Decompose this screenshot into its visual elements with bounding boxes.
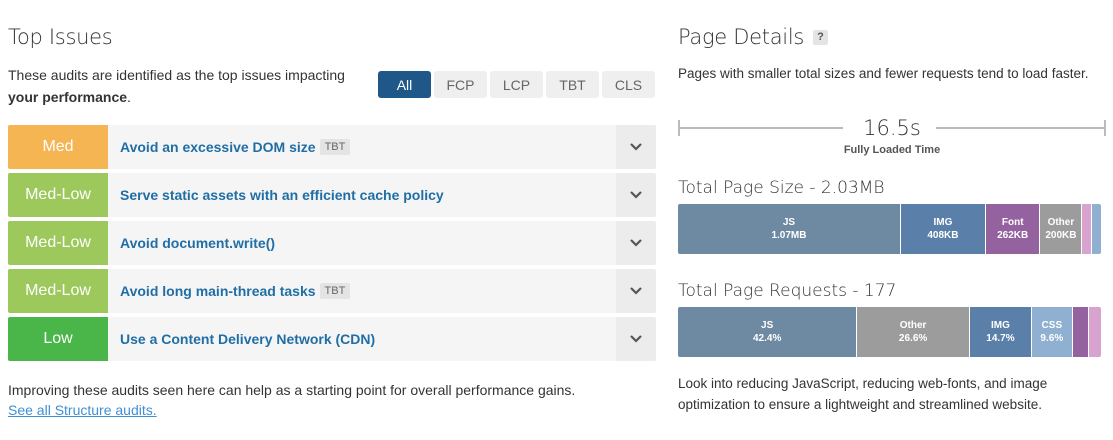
severity-badge: Med-Low bbox=[8, 269, 108, 313]
filter-tab-cls[interactable]: CLS bbox=[602, 71, 655, 98]
other-segment[interactable]: Other 200KB bbox=[1040, 204, 1083, 254]
segment-name: IMG bbox=[933, 217, 953, 228]
misc-segment[interactable] bbox=[1082, 204, 1093, 254]
segment-value: 262KB bbox=[997, 230, 1029, 241]
page-details-panel: Page Details ? Pages with smaller total … bbox=[678, 0, 1108, 440]
page-details-footer: Look into reducing JavaScript, reducing … bbox=[678, 376, 1048, 412]
page-details-title: Page Details bbox=[678, 25, 804, 49]
issue-title: Use a Content Delivery Network (CDN) bbox=[120, 331, 376, 347]
segment-value: 26.6% bbox=[898, 333, 928, 344]
issue-row[interactable]: Med-Low Avoid long main-thread tasks TBT bbox=[8, 269, 656, 313]
chevron-down-icon[interactable] bbox=[616, 173, 656, 217]
total-page-requests-title: Total Page Requests - 177 bbox=[678, 281, 897, 301]
segment-value: 408KB bbox=[927, 230, 959, 241]
segment-name: Font bbox=[1001, 217, 1024, 228]
intro-bold: your performance bbox=[8, 89, 128, 105]
font-segment[interactable]: Font 262KB bbox=[985, 204, 1041, 254]
issue-label[interactable]: Avoid document.write() bbox=[108, 221, 616, 265]
img-segment[interactable]: IMG 14.7% bbox=[969, 307, 1033, 357]
filter-tab-all[interactable]: All bbox=[378, 71, 431, 98]
top-issues-intro: These audits are identified as the top i… bbox=[8, 64, 368, 108]
total-page-size-title: Total Page Size - 2.03MB bbox=[678, 178, 885, 198]
segment-name: JS bbox=[782, 217, 796, 228]
top-issues-title: Top Issues bbox=[8, 25, 113, 49]
css-segment[interactable]: CSS 9.6% bbox=[1032, 307, 1073, 357]
segment-name: IMG bbox=[991, 320, 1010, 331]
see-all-structure-audits-link[interactable]: See all Structure audits. bbox=[8, 402, 157, 418]
filter-tabs: All FCP LCP TBT CLS bbox=[378, 71, 655, 98]
bottom-note: Improving these audits seen here can hel… bbox=[8, 382, 576, 398]
metric-tag: TBT bbox=[319, 283, 351, 299]
page-size-bar: JS 1.07MB IMG 408KB Font 262KB Other 200KB bbox=[678, 204, 1101, 254]
issue-label[interactable]: Avoid long main-thread tasks TBT bbox=[108, 269, 616, 313]
issue-title: Avoid long main-thread tasks bbox=[120, 283, 316, 299]
fully-loaded-timeline: 16.5s Fully Loaded Time bbox=[678, 116, 1106, 156]
segment-value: 14.7% bbox=[986, 333, 1015, 344]
chevron-down-icon[interactable] bbox=[616, 125, 656, 169]
filter-tab-lcp[interactable]: LCP bbox=[490, 71, 543, 98]
metric-tag: TBT bbox=[319, 139, 351, 155]
segment-value: 9.6% bbox=[1040, 333, 1064, 344]
js-segment[interactable]: JS 42.4% bbox=[678, 307, 858, 357]
issue-row[interactable]: Low Use a Content Delivery Network (CDN) bbox=[8, 317, 656, 361]
issue-title: Avoid an excessive DOM size bbox=[120, 139, 316, 155]
issue-label[interactable]: Use a Content Delivery Network (CDN) bbox=[108, 317, 616, 361]
segment-name: Other bbox=[899, 320, 927, 331]
issue-row[interactable]: Med-Low Serve static assets with an effic… bbox=[8, 173, 656, 217]
js-segment[interactable]: JS 1.07MB bbox=[678, 204, 901, 254]
segment-value: 200KB bbox=[1045, 230, 1077, 241]
fully-loaded-value: 16.5s bbox=[863, 116, 921, 140]
misc-segment[interactable] bbox=[1089, 307, 1101, 357]
page-details-description: Pages with smaller total sizes and fewer… bbox=[678, 66, 1089, 81]
issue-title: Avoid document.write() bbox=[120, 235, 276, 251]
segment-name: Other bbox=[1047, 217, 1075, 228]
segment-name: CSS bbox=[1041, 320, 1063, 331]
severity-badge: Med bbox=[8, 125, 108, 169]
segment-value: 1.07MB bbox=[771, 230, 807, 241]
issue-label[interactable]: Avoid an excessive DOM size TBT bbox=[108, 125, 616, 169]
issue-label[interactable]: Serve static assets with an efficient ca… bbox=[108, 173, 616, 217]
segment-name: JS bbox=[761, 320, 774, 331]
severity-badge: Med-Low bbox=[8, 173, 108, 217]
misc-segment[interactable] bbox=[1092, 204, 1101, 254]
fully-loaded-label: Fully Loaded Time bbox=[843, 144, 941, 156]
img-segment[interactable]: IMG 408KB bbox=[900, 204, 986, 254]
help-icon[interactable]: ? bbox=[813, 29, 828, 45]
misc-segment[interactable] bbox=[1072, 307, 1090, 357]
severity-badge: Med-Low bbox=[8, 221, 108, 265]
page-details-heading: Page Details ? bbox=[678, 25, 828, 49]
chevron-down-icon[interactable] bbox=[616, 269, 656, 313]
filter-tab-fcp[interactable]: FCP bbox=[434, 71, 487, 98]
intro-text: These audits are identified as the top i… bbox=[8, 67, 345, 83]
chevron-down-icon[interactable] bbox=[616, 317, 656, 361]
other-segment[interactable]: Other 26.6% bbox=[857, 307, 970, 357]
intro-end: . bbox=[127, 89, 131, 105]
page-requests-bar: JS 42.4% Other 26.6% IMG 14.7% CSS 9.6% bbox=[678, 307, 1101, 357]
issues-list: Med Avoid an excessive DOM size TBT Med-Low… bbox=[8, 125, 656, 365]
chevron-down-icon[interactable] bbox=[616, 221, 656, 265]
segment-value: 42.4% bbox=[752, 333, 782, 344]
issue-title: Serve static assets with an efficient ca… bbox=[120, 187, 444, 203]
issue-row[interactable]: Med-Low Avoid document.write() bbox=[8, 221, 656, 265]
severity-badge: Low bbox=[8, 317, 108, 361]
filter-tab-tbt[interactable]: TBT bbox=[546, 71, 599, 98]
issue-row[interactable]: Med Avoid an excessive DOM size TBT bbox=[8, 125, 656, 169]
top-issues-panel: Top Issues These audits are identified a… bbox=[8, 0, 656, 440]
